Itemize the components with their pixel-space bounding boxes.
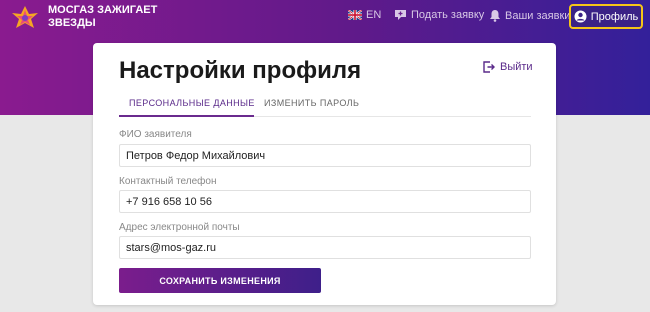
name-label: ФИО заявителя	[119, 129, 192, 140]
brand-name[interactable]: МОСГАЗ ЗАЖИГАЕТ ЗВЕЗДЫ	[48, 4, 168, 30]
profile-settings-card: Настройки профиля Выйти ПЕРСОНАЛЬНЫЕ ДАН…	[93, 43, 556, 305]
email-label: Адрес электронной почты	[119, 222, 240, 233]
tab-personal-data[interactable]: ПЕРСОНАЛЬНЫЕ ДАННЫЕ	[129, 98, 255, 108]
save-changes-button[interactable]: СОХРАНИТЬ ИЗМЕНЕНИЯ	[119, 268, 321, 293]
logo-icon[interactable]	[10, 4, 40, 30]
nav-your-requests[interactable]: Ваши заявки	[489, 9, 570, 22]
logout-link[interactable]: Выйти	[483, 61, 533, 73]
phone-field[interactable]	[119, 190, 531, 213]
nav-submit-request[interactable]: Подать заявку	[394, 9, 484, 21]
active-tab-indicator	[119, 115, 254, 117]
nav-submit-request-label: Подать заявку	[411, 9, 485, 21]
top-navigation: МОСГАЗ ЗАЖИГАЕТ ЗВЕЗДЫ EN Подать заявку …	[0, 0, 650, 34]
logout-icon	[483, 61, 495, 73]
language-label: EN	[366, 9, 382, 21]
add-request-icon	[395, 10, 406, 20]
email-field[interactable]	[119, 236, 531, 259]
profile-tabs: ПЕРСОНАЛЬНЫЕ ДАННЫЕ ИЗМЕНИТЬ ПАРОЛЬ	[119, 92, 531, 117]
nav-your-requests-label: Ваши заявки	[505, 9, 571, 22]
profile-button[interactable]: Профиль	[569, 4, 643, 29]
phone-label: Контактный телефон	[119, 176, 217, 187]
tab-change-password[interactable]: ИЗМЕНИТЬ ПАРОЛЬ	[264, 98, 359, 108]
uk-flag-icon	[348, 10, 362, 20]
bell-icon	[490, 10, 500, 22]
name-field[interactable]	[119, 144, 531, 167]
language-switch[interactable]: EN	[348, 9, 381, 21]
user-circle-icon	[574, 10, 587, 23]
profile-button-label: Профиль	[590, 10, 639, 23]
page-title: Настройки профиля	[119, 57, 362, 84]
logout-label: Выйти	[500, 61, 533, 73]
